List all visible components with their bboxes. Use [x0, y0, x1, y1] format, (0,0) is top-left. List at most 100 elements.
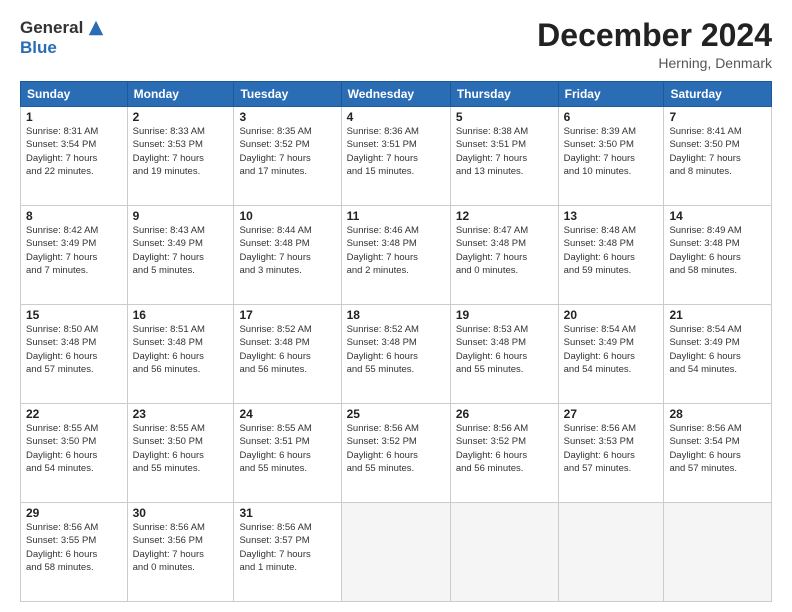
calendar-day-cell: 17Sunrise: 8:52 AM Sunset: 3:48 PM Dayli…: [234, 305, 341, 404]
weekday-header: Saturday: [664, 82, 772, 107]
day-info: Sunrise: 8:52 AM Sunset: 3:48 PM Dayligh…: [239, 323, 335, 376]
calendar-day-cell: [664, 503, 772, 602]
day-number: 22: [26, 407, 122, 421]
month-title: December 2024: [537, 18, 772, 53]
day-number: 30: [133, 506, 229, 520]
calendar-day-cell: 7Sunrise: 8:41 AM Sunset: 3:50 PM Daylig…: [664, 107, 772, 206]
day-info: Sunrise: 8:48 AM Sunset: 3:48 PM Dayligh…: [564, 224, 659, 277]
day-number: 3: [239, 110, 335, 124]
day-info: Sunrise: 8:47 AM Sunset: 3:48 PM Dayligh…: [456, 224, 553, 277]
calendar-day-cell: 11Sunrise: 8:46 AM Sunset: 3:48 PM Dayli…: [341, 206, 450, 305]
weekday-header: Thursday: [450, 82, 558, 107]
day-info: Sunrise: 8:43 AM Sunset: 3:49 PM Dayligh…: [133, 224, 229, 277]
day-number: 12: [456, 209, 553, 223]
day-number: 13: [564, 209, 659, 223]
day-info: Sunrise: 8:56 AM Sunset: 3:55 PM Dayligh…: [26, 521, 122, 574]
calendar-day-cell: [450, 503, 558, 602]
day-number: 20: [564, 308, 659, 322]
day-number: 24: [239, 407, 335, 421]
day-info: Sunrise: 8:53 AM Sunset: 3:48 PM Dayligh…: [456, 323, 553, 376]
calendar-week-row: 29Sunrise: 8:56 AM Sunset: 3:55 PM Dayli…: [21, 503, 772, 602]
day-number: 10: [239, 209, 335, 223]
day-number: 25: [347, 407, 445, 421]
day-info: Sunrise: 8:36 AM Sunset: 3:51 PM Dayligh…: [347, 125, 445, 178]
day-info: Sunrise: 8:52 AM Sunset: 3:48 PM Dayligh…: [347, 323, 445, 376]
calendar-week-row: 22Sunrise: 8:55 AM Sunset: 3:50 PM Dayli…: [21, 404, 772, 503]
header: General Blue December 2024 Herning, Denm…: [20, 18, 772, 71]
calendar-day-cell: 25Sunrise: 8:56 AM Sunset: 3:52 PM Dayli…: [341, 404, 450, 503]
calendar-day-cell: 13Sunrise: 8:48 AM Sunset: 3:48 PM Dayli…: [558, 206, 664, 305]
day-info: Sunrise: 8:35 AM Sunset: 3:52 PM Dayligh…: [239, 125, 335, 178]
calendar-week-row: 15Sunrise: 8:50 AM Sunset: 3:48 PM Dayli…: [21, 305, 772, 404]
calendar-day-cell: 16Sunrise: 8:51 AM Sunset: 3:48 PM Dayli…: [127, 305, 234, 404]
day-info: Sunrise: 8:56 AM Sunset: 3:57 PM Dayligh…: [239, 521, 335, 574]
calendar-day-cell: 24Sunrise: 8:55 AM Sunset: 3:51 PM Dayli…: [234, 404, 341, 503]
page: General Blue December 2024 Herning, Denm…: [0, 0, 792, 612]
weekday-header: Sunday: [21, 82, 128, 107]
day-info: Sunrise: 8:46 AM Sunset: 3:48 PM Dayligh…: [347, 224, 445, 277]
day-number: 18: [347, 308, 445, 322]
day-number: 15: [26, 308, 122, 322]
calendar-day-cell: 15Sunrise: 8:50 AM Sunset: 3:48 PM Dayli…: [21, 305, 128, 404]
location: Herning, Denmark: [537, 55, 772, 71]
calendar-week-row: 1Sunrise: 8:31 AM Sunset: 3:54 PM Daylig…: [21, 107, 772, 206]
calendar-day-cell: 20Sunrise: 8:54 AM Sunset: 3:49 PM Dayli…: [558, 305, 664, 404]
day-info: Sunrise: 8:54 AM Sunset: 3:49 PM Dayligh…: [564, 323, 659, 376]
day-number: 31: [239, 506, 335, 520]
day-number: 5: [456, 110, 553, 124]
calendar-day-cell: 12Sunrise: 8:47 AM Sunset: 3:48 PM Dayli…: [450, 206, 558, 305]
weekday-header: Monday: [127, 82, 234, 107]
day-info: Sunrise: 8:39 AM Sunset: 3:50 PM Dayligh…: [564, 125, 659, 178]
calendar-day-cell: 28Sunrise: 8:56 AM Sunset: 3:54 PM Dayli…: [664, 404, 772, 503]
day-number: 19: [456, 308, 553, 322]
day-number: 9: [133, 209, 229, 223]
day-info: Sunrise: 8:42 AM Sunset: 3:49 PM Dayligh…: [26, 224, 122, 277]
calendar-week-row: 8Sunrise: 8:42 AM Sunset: 3:49 PM Daylig…: [21, 206, 772, 305]
calendar-day-cell: 30Sunrise: 8:56 AM Sunset: 3:56 PM Dayli…: [127, 503, 234, 602]
calendar-day-cell: 8Sunrise: 8:42 AM Sunset: 3:49 PM Daylig…: [21, 206, 128, 305]
calendar-day-cell: 2Sunrise: 8:33 AM Sunset: 3:53 PM Daylig…: [127, 107, 234, 206]
calendar-day-cell: 1Sunrise: 8:31 AM Sunset: 3:54 PM Daylig…: [21, 107, 128, 206]
weekday-header: Wednesday: [341, 82, 450, 107]
calendar-day-cell: 6Sunrise: 8:39 AM Sunset: 3:50 PM Daylig…: [558, 107, 664, 206]
calendar-day-cell: 29Sunrise: 8:56 AM Sunset: 3:55 PM Dayli…: [21, 503, 128, 602]
day-info: Sunrise: 8:56 AM Sunset: 3:53 PM Dayligh…: [564, 422, 659, 475]
day-info: Sunrise: 8:56 AM Sunset: 3:52 PM Dayligh…: [456, 422, 553, 475]
calendar-day-cell: 21Sunrise: 8:54 AM Sunset: 3:49 PM Dayli…: [664, 305, 772, 404]
day-info: Sunrise: 8:55 AM Sunset: 3:50 PM Dayligh…: [26, 422, 122, 475]
day-number: 8: [26, 209, 122, 223]
day-info: Sunrise: 8:55 AM Sunset: 3:51 PM Dayligh…: [239, 422, 335, 475]
day-number: 23: [133, 407, 229, 421]
calendar-day-cell: [558, 503, 664, 602]
day-info: Sunrise: 8:38 AM Sunset: 3:51 PM Dayligh…: [456, 125, 553, 178]
day-number: 7: [669, 110, 766, 124]
calendar-day-cell: 22Sunrise: 8:55 AM Sunset: 3:50 PM Dayli…: [21, 404, 128, 503]
day-info: Sunrise: 8:51 AM Sunset: 3:48 PM Dayligh…: [133, 323, 229, 376]
day-number: 11: [347, 209, 445, 223]
calendar-day-cell: 23Sunrise: 8:55 AM Sunset: 3:50 PM Dayli…: [127, 404, 234, 503]
logo-general-text: General: [20, 18, 83, 38]
calendar-day-cell: 26Sunrise: 8:56 AM Sunset: 3:52 PM Dayli…: [450, 404, 558, 503]
calendar-day-cell: 18Sunrise: 8:52 AM Sunset: 3:48 PM Dayli…: [341, 305, 450, 404]
calendar-day-cell: 27Sunrise: 8:56 AM Sunset: 3:53 PM Dayli…: [558, 404, 664, 503]
day-number: 27: [564, 407, 659, 421]
day-info: Sunrise: 8:44 AM Sunset: 3:48 PM Dayligh…: [239, 224, 335, 277]
day-info: Sunrise: 8:50 AM Sunset: 3:48 PM Dayligh…: [26, 323, 122, 376]
calendar-day-cell: 19Sunrise: 8:53 AM Sunset: 3:48 PM Dayli…: [450, 305, 558, 404]
day-info: Sunrise: 8:55 AM Sunset: 3:50 PM Dayligh…: [133, 422, 229, 475]
day-number: 28: [669, 407, 766, 421]
day-number: 4: [347, 110, 445, 124]
day-info: Sunrise: 8:56 AM Sunset: 3:54 PM Dayligh…: [669, 422, 766, 475]
day-number: 26: [456, 407, 553, 421]
day-number: 6: [564, 110, 659, 124]
calendar-day-cell: 9Sunrise: 8:43 AM Sunset: 3:49 PM Daylig…: [127, 206, 234, 305]
weekday-header-row: SundayMondayTuesdayWednesdayThursdayFrid…: [21, 82, 772, 107]
calendar-day-cell: 14Sunrise: 8:49 AM Sunset: 3:48 PM Dayli…: [664, 206, 772, 305]
day-info: Sunrise: 8:54 AM Sunset: 3:49 PM Dayligh…: [669, 323, 766, 376]
weekday-header: Friday: [558, 82, 664, 107]
day-info: Sunrise: 8:33 AM Sunset: 3:53 PM Dayligh…: [133, 125, 229, 178]
day-number: 2: [133, 110, 229, 124]
calendar-day-cell: 5Sunrise: 8:38 AM Sunset: 3:51 PM Daylig…: [450, 107, 558, 206]
day-number: 17: [239, 308, 335, 322]
calendar-day-cell: [341, 503, 450, 602]
